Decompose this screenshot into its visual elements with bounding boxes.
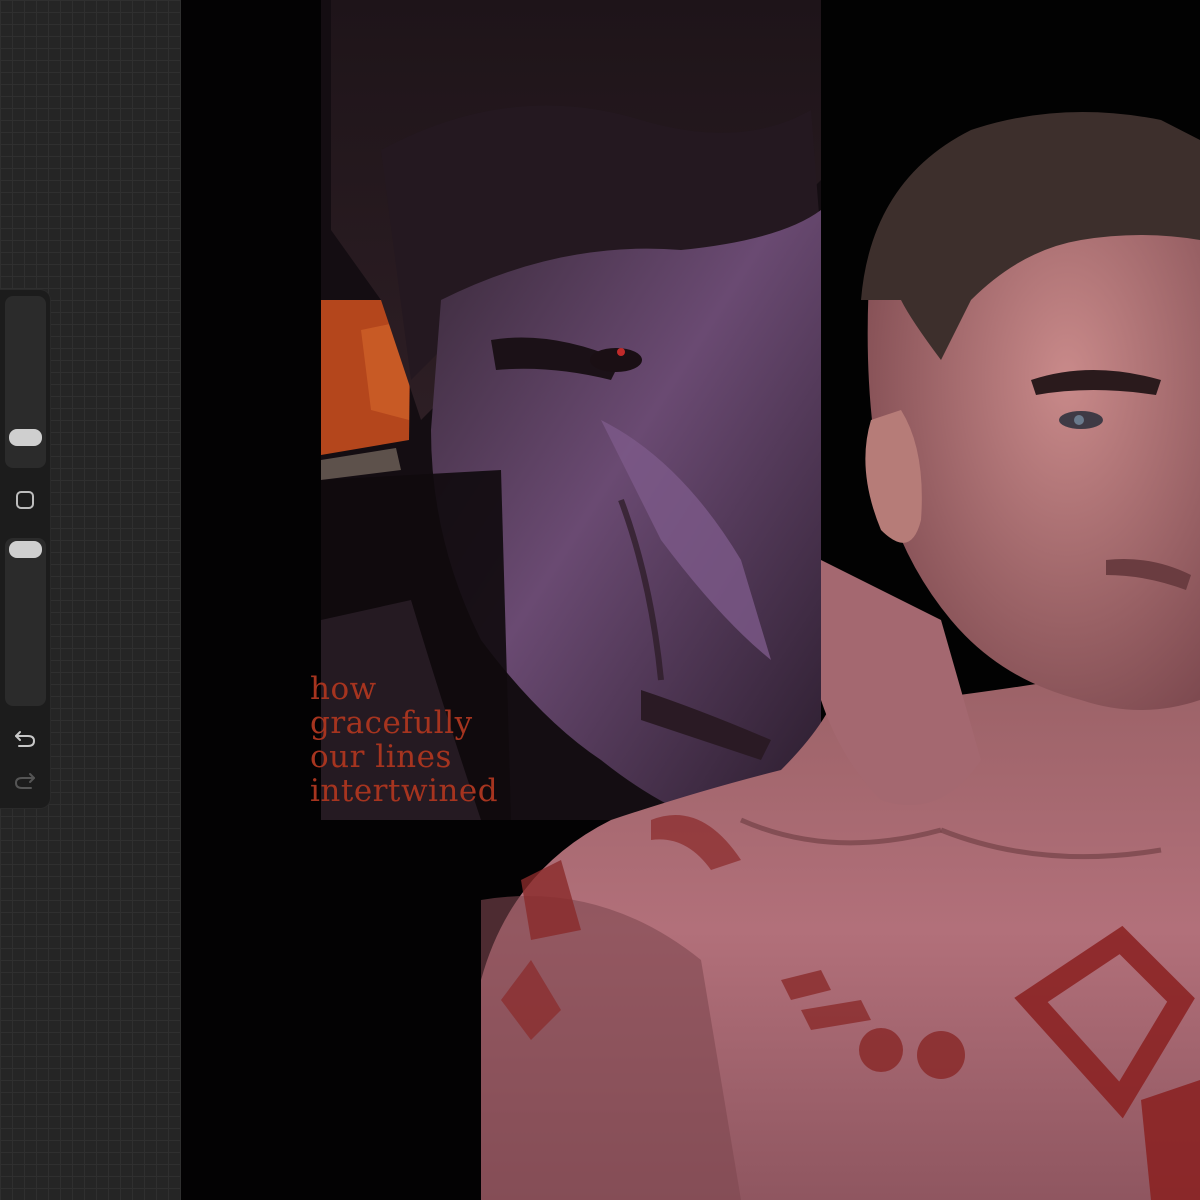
artwork-painting bbox=[181, 0, 1200, 1200]
opacity-slider[interactable] bbox=[5, 538, 46, 706]
redo-button[interactable] bbox=[12, 768, 38, 794]
square-icon bbox=[16, 491, 34, 509]
undo-button[interactable] bbox=[12, 726, 38, 752]
tool-sidebar bbox=[0, 290, 50, 808]
redo-icon bbox=[14, 773, 35, 789]
artwork-caption: how gracefully our lines intertwined bbox=[310, 672, 498, 808]
brush-size-slider[interactable] bbox=[5, 296, 46, 468]
caption-line: gracefully bbox=[310, 705, 473, 741]
opacity-slider-thumb[interactable] bbox=[9, 541, 42, 558]
caption-line: our lines bbox=[310, 739, 452, 775]
drawing-app: how gracefully our lines intertwined bbox=[0, 0, 1200, 1200]
undo-icon bbox=[15, 731, 36, 747]
caption-line: how bbox=[310, 671, 377, 707]
brush-size-slider-thumb[interactable] bbox=[9, 429, 42, 446]
caption-line: intertwined bbox=[310, 773, 499, 809]
drawing-canvas[interactable]: how gracefully our lines intertwined bbox=[181, 0, 1200, 1200]
modify-button[interactable] bbox=[14, 489, 36, 511]
